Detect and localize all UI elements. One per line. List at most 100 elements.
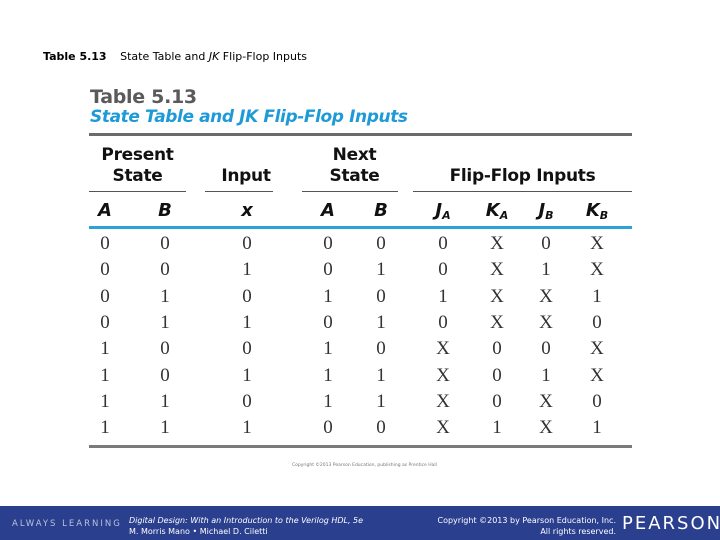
column-header: JB: [538, 200, 553, 222]
table-cell: 1: [323, 364, 333, 386]
table-cell: X: [490, 285, 504, 307]
table-cell: 0: [541, 233, 551, 254]
table-cell: 0: [492, 364, 502, 386]
table-cell: 1: [242, 417, 252, 439]
group-header-line: [413, 145, 632, 166]
group-header-line: State: [112, 166, 163, 186]
copyright-line-1: Copyright ©2013 by Pearson Education, In…: [437, 516, 616, 525]
column-header-main: B: [158, 200, 172, 221]
column-header-subscript: A: [442, 209, 451, 222]
column-header: A: [321, 200, 335, 221]
table-cell: 1: [323, 390, 333, 412]
column-header-subscript: B: [545, 209, 554, 222]
table-cell: 0: [100, 233, 110, 254]
group-header-flip-flop-inputs: Flip-Flop Inputs: [413, 145, 632, 187]
table-cell: 0: [100, 311, 110, 333]
footer-bar: ALWAYS LEARNING Digital Design: With an …: [0, 506, 720, 540]
column-header: x: [241, 200, 253, 221]
table-title: State Table and JK Flip-Flop Inputs: [90, 107, 408, 127]
table-cell: 0: [160, 233, 170, 254]
table-cell: 1: [376, 311, 386, 333]
table-cell: 1: [242, 311, 252, 333]
table-cell: X: [590, 338, 604, 360]
table-cell: X: [539, 311, 553, 333]
group-header-line: State: [329, 166, 380, 186]
footer-tagline: ALWAYS LEARNING: [12, 519, 122, 529]
table-cell: 0: [376, 417, 386, 439]
table-cell: 1: [438, 285, 448, 307]
table-cell: 0: [323, 233, 333, 254]
table-top-rule: [89, 133, 632, 136]
table-cell: 0: [438, 233, 448, 254]
copyright-line-2: All rights reserved.: [540, 527, 616, 536]
column-header: A: [98, 200, 112, 221]
pearson-logo: PEARSON: [622, 513, 720, 534]
table-cell: 0: [592, 311, 602, 333]
table-cell: X: [490, 259, 504, 281]
caption-text-italic: JK: [208, 50, 220, 63]
table-cell: 0: [160, 364, 170, 386]
column-header-subscript: A: [499, 209, 509, 222]
table-cell: 1: [160, 417, 170, 439]
table-cell: 1: [100, 390, 110, 412]
column-header-main: A: [321, 200, 335, 221]
table-cell: X: [436, 364, 450, 386]
slide-caption: Table 5.13 State Table and JK Flip-Flop …: [43, 50, 307, 63]
column-header-main: K: [485, 200, 500, 221]
table-cell: X: [539, 417, 553, 439]
table-cell: 0: [242, 390, 252, 412]
table-cell: 0: [100, 285, 110, 307]
table-cell: X: [490, 311, 504, 333]
column-header-subscript: B: [599, 209, 609, 222]
table-cell: 1: [100, 417, 110, 439]
table-cell: 1: [492, 417, 502, 439]
table-cell: 1: [541, 259, 551, 281]
table-cell: 1: [592, 285, 602, 307]
group-header-line: Flip-Flop Inputs: [449, 166, 596, 186]
table-cell: X: [490, 233, 504, 254]
table-cell: X: [436, 390, 450, 412]
group-header-line: [205, 145, 287, 166]
group-underline: [302, 191, 398, 192]
table-cell: 1: [376, 259, 386, 281]
table-cell: 1: [323, 338, 333, 360]
table-cell: 0: [541, 338, 551, 360]
table-cell: 1: [541, 364, 551, 386]
group-underline: [205, 191, 273, 192]
column-header: KA: [486, 200, 508, 222]
table-cell: 1: [160, 311, 170, 333]
table-cell: 0: [323, 417, 333, 439]
table-cell: 1: [100, 338, 110, 360]
table-cell: 1: [160, 285, 170, 307]
book-title: Digital Design: With an Introduction to …: [129, 516, 364, 525]
group-underline: [89, 191, 186, 192]
caption-text-post: Flip-Flop Inputs: [219, 50, 308, 63]
column-header: JA: [435, 200, 450, 222]
table-cell: 1: [242, 364, 252, 386]
book-authors: M. Morris Mano • Michael D. Ciletti: [129, 527, 268, 536]
table-cell: 0: [242, 285, 252, 307]
table-cell: X: [590, 364, 604, 386]
group-header-line: Input: [221, 166, 271, 186]
table-cell: X: [539, 390, 553, 412]
table-cell: 1: [376, 364, 386, 386]
table-cell: 0: [492, 390, 502, 412]
footer-book-info: Digital Design: With an Introduction to …: [129, 515, 363, 537]
column-header-main: J: [435, 200, 443, 221]
image-copyright: Copyright ©2013 Pearson Education, publi…: [292, 463, 437, 468]
column-header-main: x: [241, 200, 253, 221]
table-cell: X: [436, 338, 450, 360]
table-cell: 0: [160, 259, 170, 281]
table-cell: 0: [592, 390, 602, 412]
table-cell: 0: [492, 338, 502, 360]
column-header-main: J: [538, 200, 546, 221]
table-cell: 0: [376, 338, 386, 360]
table-cell: 0: [376, 233, 386, 254]
caption-number: Table 5.13: [43, 50, 107, 63]
footer-copyright: Copyright ©2013 by Pearson Education, In…: [437, 515, 616, 537]
column-header: B: [158, 200, 172, 221]
table-cell: 0: [242, 233, 252, 254]
table-cell: 1: [323, 285, 333, 307]
table-cell: 0: [438, 259, 448, 281]
table-label: Table 5.13: [90, 86, 197, 108]
